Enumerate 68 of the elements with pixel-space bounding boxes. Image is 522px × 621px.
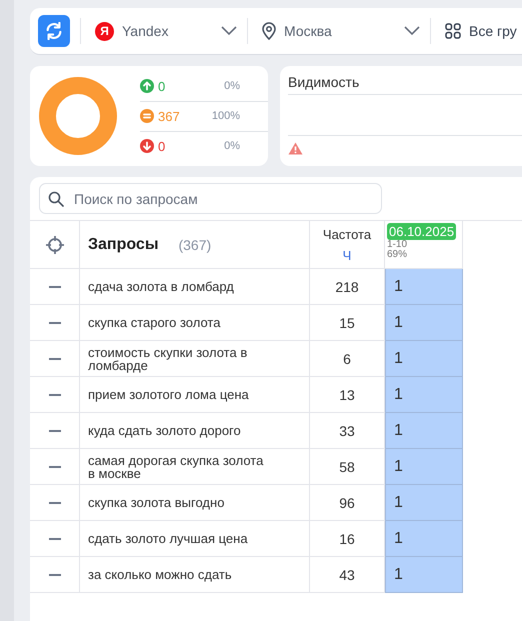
refresh-button[interactable] [38,15,70,47]
arrow-down-icon [140,139,154,153]
dash-icon [48,286,60,288]
query-text: скупка золота выгодно [88,496,226,509]
position-cell: 1 [385,305,463,341]
stat-count: 0 [158,78,166,94]
search-engine-dropdown[interactable]: Я Yandex [95,22,237,40]
dash-icon [48,430,60,432]
column-title: Частота [322,226,372,242]
column-title: Запросы [88,236,158,254]
query-text: за сколько можно сдать [88,568,233,581]
stat-percent: 100% [210,110,240,122]
query-count: (367) [178,236,212,252]
grid-icon [445,23,461,39]
query-text: скупка старого золота [88,316,222,329]
query-text: куда сдать золото дорого [88,424,242,437]
top-percent: 69% [387,250,408,260]
frequency-value: 16 [339,530,355,546]
frequency-value: 58 [339,458,355,474]
frequency-value: 13 [339,386,355,402]
query-text: сдача золота в ломбард [88,280,235,293]
chevron-down-icon [404,26,420,36]
query-text: сдать золото лучшая цена [88,532,249,545]
warning-icon [288,142,303,155]
dash-icon [48,502,60,504]
search-field[interactable]: Поиск по запросам [39,183,382,214]
query-text: стоимость скупки золота в ломбарде [88,346,248,372]
groups-dropdown[interactable]: Все гру [445,23,517,39]
region-dropdown[interactable]: Москва [262,22,420,40]
frequency-value: 218 [335,278,359,294]
dash-icon [48,574,60,576]
frequency-value: 33 [339,422,355,438]
search-input[interactable]: Поиск по запросам [72,190,381,208]
frequency-type-link[interactable]: Ч [342,248,352,262]
position-range: 1-10 [387,240,408,250]
arrow-up-icon [140,79,154,93]
position-cell: 1 [385,341,463,377]
target-icon[interactable] [44,234,64,254]
position-cell: 1 [385,485,463,521]
query-text: прием золотого лома цена [88,388,250,401]
dash-icon [48,358,60,360]
query-text: самая дорогая скупка золота в москве [88,454,264,480]
stat-percent: 0% [223,140,240,152]
stat-count: 0 [158,138,166,154]
dash-icon [48,322,60,324]
chevron-down-icon [221,26,237,36]
yandex-logo: Я [95,22,114,40]
position-cell: 1 [385,521,463,557]
position-cell: 1 [385,269,463,305]
position-cell: 1 [385,557,463,593]
position-cell: 1 [385,413,463,449]
position-cell: 1 [385,449,463,485]
equals-icon [140,109,154,123]
frequency-value: 6 [343,350,351,366]
card-title: Видимость [288,74,360,90]
date-badge: 06.10.2025 [387,223,456,240]
dash-icon [48,466,60,468]
stat-percent: 0% [223,80,240,92]
stat-count: 367 [158,108,181,124]
position-cell: 1 [385,377,463,413]
frequency-value: 96 [339,494,355,510]
frequency-value: 15 [339,314,355,330]
frequency-value: 43 [339,566,355,582]
dash-icon [48,394,60,396]
search-icon [48,190,64,206]
dash-icon [48,538,60,540]
refresh-icon [45,22,63,40]
location-pin-icon [262,22,276,40]
